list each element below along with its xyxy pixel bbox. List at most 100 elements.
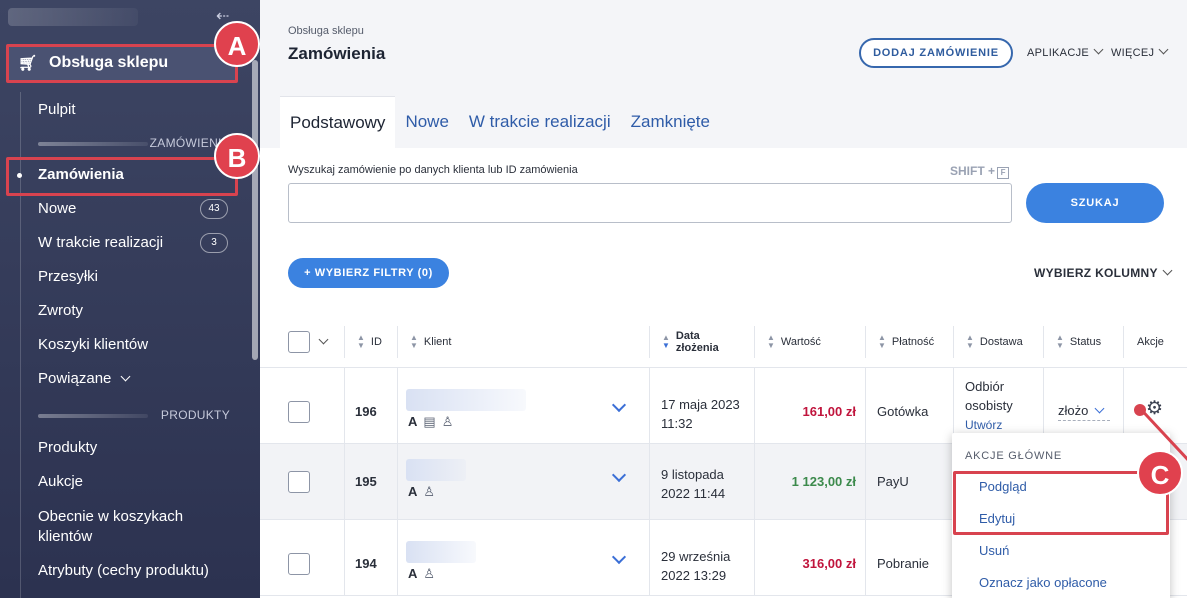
sidebar-item-returns[interactable]: Zwroty: [38, 302, 83, 319]
breadcrumb[interactable]: Obsługa sklepu: [288, 25, 364, 37]
order-id[interactable]: 196: [355, 404, 377, 419]
search-button[interactable]: SZUKAJ: [1026, 183, 1164, 223]
column-divider: [397, 326, 398, 358]
sidebar-item-label: Aukcje: [38, 473, 84, 490]
sort-icon: ▲ ▼: [1056, 333, 1064, 350]
action-delete[interactable]: Usuń: [979, 543, 1009, 558]
column-status[interactable]: ▲ ▼ Status: [1056, 316, 1101, 368]
cell-divider: [649, 444, 650, 520]
column-value[interactable]: ▲ ▼ Wartość: [767, 316, 821, 368]
search-input[interactable]: [288, 183, 1012, 223]
column-divider: [344, 326, 345, 358]
select-all[interactable]: [288, 316, 329, 368]
cell-divider: [344, 444, 345, 520]
add-order-button[interactable]: DODAJ ZAMÓWIENIE: [859, 38, 1013, 68]
column-client[interactable]: ▲ ▼ Klient: [410, 316, 451, 368]
sidebar-item-carts[interactable]: Koszyki klientów: [38, 336, 148, 353]
expand-row-icon[interactable]: [611, 397, 627, 413]
chevron-down-icon: [1094, 403, 1105, 414]
select-all-checkbox[interactable]: [288, 331, 310, 353]
row-checkbox[interactable]: [288, 401, 310, 423]
column-date[interactable]: ▲ ▼ Data złożenia: [662, 316, 722, 368]
order-date-day: 17 maja 2023: [661, 397, 740, 412]
store-name-blurred: [8, 8, 138, 26]
cell-divider: [865, 444, 866, 520]
cell-divider: [754, 444, 755, 520]
sidebar-item-products[interactable]: Produkty: [38, 439, 97, 456]
column-id[interactable]: ▲ ▼ ID: [357, 316, 382, 368]
client-icons: A♙: [408, 566, 441, 582]
column-actions: Akcje: [1137, 316, 1164, 368]
count-badge: 43: [200, 199, 228, 219]
search-shortcut-hint: SHIFT + F: [950, 164, 1010, 179]
row-checkbox[interactable]: [288, 471, 310, 493]
account-icon: A: [408, 484, 424, 499]
order-value: 161,00 zł: [802, 404, 857, 419]
sort-icon: ▲ ▼: [966, 333, 974, 350]
order-date-time: 11:32: [661, 416, 693, 431]
sidebar-item-pulpit[interactable]: Pulpit: [38, 101, 76, 118]
sidebar-item-shipments[interactable]: Przesyłki: [38, 268, 98, 285]
action-edit[interactable]: Edytuj: [979, 511, 1015, 526]
client-icons: A♙: [408, 484, 441, 500]
cell-divider: [754, 520, 755, 596]
client-name-blurred[interactable]: [406, 459, 466, 481]
sidebar-item-in-progress[interactable]: W trakcie realizacji 3: [38, 233, 228, 253]
order-date: 9 listopada 2022 11:44: [661, 465, 725, 503]
column-delivery[interactable]: ▲ ▼ Dostawa: [966, 316, 1023, 368]
tab-in-progress[interactable]: W trakcie realizacji: [459, 96, 621, 148]
tab-closed[interactable]: Zamknięte: [621, 96, 720, 148]
status-select[interactable]: złożo: [1058, 403, 1110, 421]
delivery-method: Odbiór osobisty Utwórz: [965, 377, 1035, 435]
tab-new[interactable]: Nowe: [395, 96, 458, 148]
client-name-blurred[interactable]: [406, 389, 526, 411]
order-date: 29 września 2022 13:29: [661, 547, 730, 585]
client-name-blurred[interactable]: [406, 541, 476, 563]
order-value: 1 123,00 zł: [791, 474, 856, 489]
action-preview[interactable]: Podgląd: [979, 479, 1027, 494]
sidebar-item-related[interactable]: Powiązane: [38, 370, 131, 387]
choose-filters-button[interactable]: + WYBIERZ FILTRY (0): [288, 258, 449, 288]
more-menu[interactable]: WIĘCEJ: [1111, 44, 1169, 59]
cell-divider: [344, 368, 345, 444]
sidebar-item-auctions[interactable]: Aukcje: [38, 473, 83, 490]
order-id[interactable]: 195: [355, 474, 377, 489]
sidebar-shop-label: Obsługa sklepu: [49, 54, 169, 71]
cart-icon: 🛒︎: [18, 55, 38, 72]
apps-menu[interactable]: APLIKACJE: [1027, 44, 1104, 59]
sidebar-item-in-carts[interactable]: Obecnie w koszykach klientów: [38, 507, 198, 547]
expand-row-icon[interactable]: [611, 467, 627, 483]
sidebar-item-label: Koszyki klientów: [38, 336, 149, 353]
cell-divider: [649, 520, 650, 596]
column-payment[interactable]: ▲ ▼ Płatność: [878, 316, 934, 368]
sidebar-scrollbar[interactable]: [252, 60, 258, 360]
order-date-time: 2022 13:29: [661, 568, 727, 583]
chevron-down-icon: [1162, 265, 1173, 276]
sidebar-shop-section[interactable]: 🛒︎ Obsługa sklepu: [8, 45, 235, 81]
chevron-down-icon[interactable]: [318, 334, 329, 344]
guest-user-icon: ♙: [423, 566, 442, 581]
column-label: Akcje: [1137, 336, 1164, 348]
column-divider: [649, 326, 650, 358]
shortcut-label: SHIFT +: [950, 164, 996, 178]
row-checkbox[interactable]: [288, 553, 310, 575]
apps-menu-label: APLIKACJE: [1027, 47, 1090, 59]
sidebar-item-attributes[interactable]: Atrybuty (cechy produktu): [38, 562, 209, 579]
order-id[interactable]: 194: [355, 556, 377, 571]
sort-icon: ▲ ▼: [767, 333, 775, 350]
chevron-down-icon: [1158, 44, 1169, 55]
create-shipment-link[interactable]: Utwórz: [965, 418, 1002, 432]
sidebar-item-orders[interactable]: Zamówienia: [38, 166, 124, 183]
cell-divider: [754, 368, 755, 444]
expand-row-icon[interactable]: [611, 549, 627, 565]
order-date-day: 29 września: [661, 549, 731, 564]
sidebar-item-new[interactable]: Nowe 43: [38, 199, 228, 219]
client-icons: A▤♙: [408, 414, 459, 430]
active-dot-icon: [17, 173, 22, 178]
column-label: Status: [1069, 336, 1102, 348]
cell-divider: [344, 520, 345, 596]
cell-divider: [865, 520, 866, 596]
tab-basic[interactable]: Podstawowy: [280, 96, 396, 148]
choose-columns-menu[interactable]: WYBIERZ KOLUMNY: [1034, 265, 1173, 280]
action-mark-paid[interactable]: Oznacz jako opłacone: [979, 575, 1107, 590]
